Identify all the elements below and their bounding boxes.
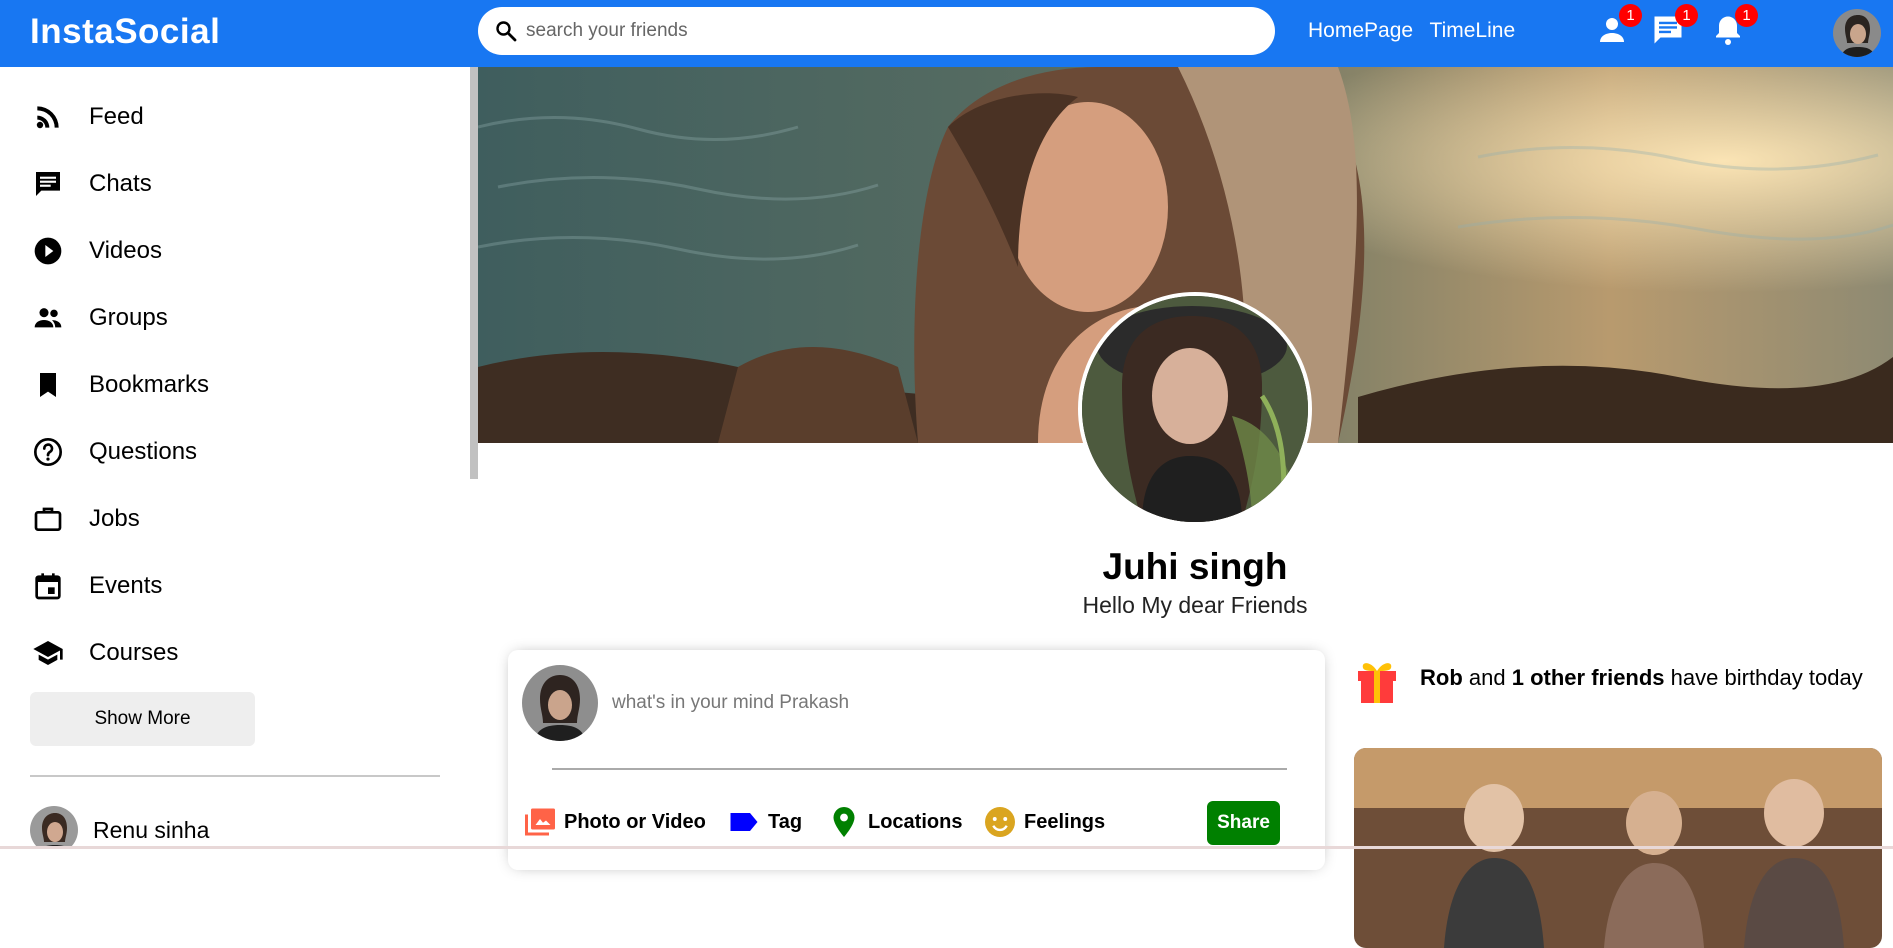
chat-icon	[30, 166, 66, 202]
search-icon	[496, 21, 517, 42]
sidebar-item-events[interactable]: Events	[30, 566, 162, 606]
sidebar-item-groups[interactable]: Groups	[30, 298, 168, 338]
play-circle-icon	[30, 233, 66, 269]
bookmark-icon	[30, 367, 66, 403]
topbar: InstaSocial HomePage TimeLine 1 1	[0, 0, 1893, 67]
avatar-image	[1833, 9, 1881, 57]
avatar	[30, 806, 78, 849]
sidebar-scrollbar[interactable]	[470, 67, 478, 479]
birthday-and: and	[1468, 665, 1506, 690]
messages-badge: 1	[1675, 4, 1698, 27]
sidebar-item-label: Videos	[89, 237, 162, 264]
option-label: Locations	[868, 810, 963, 833]
feelings-option[interactable]: Feelings	[982, 805, 1105, 839]
friend-requests-button[interactable]: 1	[1594, 4, 1642, 48]
photo-video-option[interactable]: Photo or Video	[522, 805, 706, 839]
sidebar-divider	[30, 775, 440, 777]
option-label: Photo or Video	[564, 810, 706, 833]
notifications-button[interactable]: 1	[1710, 4, 1758, 48]
sidebar-item-bookmarks[interactable]: Bookmarks	[30, 365, 209, 405]
homepage-link[interactable]: HomePage	[1308, 19, 1413, 42]
gift-icon	[1358, 663, 1396, 703]
briefcase-icon	[30, 501, 66, 537]
option-label: Tag	[768, 810, 803, 833]
sidebar-item-label: Courses	[89, 639, 179, 666]
timeline-link[interactable]: TimeLine	[1430, 19, 1516, 42]
birthday-name: Rob	[1420, 665, 1463, 690]
user-avatar[interactable]	[1833, 9, 1881, 57]
avatar	[522, 665, 598, 741]
sidebar-item-label: Bookmarks	[89, 371, 210, 398]
birthday-text: Rob and 1 other friends have birthday to…	[1420, 665, 1863, 691]
profile-picture[interactable]	[1078, 292, 1312, 526]
sidebar-item-label: Events	[89, 572, 163, 599]
birthday-notice: Rob and 1 other friends have birthday to…	[1354, 650, 1863, 706]
sidebar-item-label: Jobs	[89, 505, 140, 532]
share-card: Photo or Video Tag Locations Feelings Sh…	[508, 650, 1325, 870]
messages-button[interactable]: 1	[1650, 4, 1698, 48]
label-tag-icon	[730, 813, 758, 831]
sidebar-item-label: Chats	[89, 170, 152, 197]
sidebar-item-questions[interactable]: Questions	[30, 432, 197, 472]
rss-feed-icon	[30, 99, 66, 135]
birthday-others: 1 other friends	[1511, 665, 1665, 690]
friend-requests-badge: 1	[1619, 4, 1642, 27]
share-divider	[552, 768, 1287, 770]
help-circle-icon	[30, 434, 66, 470]
birthday-tail: have birthday today	[1670, 665, 1863, 690]
smiley-icon	[985, 807, 1015, 837]
top-links: HomePage TimeLine	[1308, 19, 1526, 43]
group-icon	[30, 300, 66, 336]
post-input[interactable]	[612, 688, 1262, 718]
calendar-icon	[30, 568, 66, 604]
sidebar-item-label: Questions	[89, 438, 198, 465]
photo-library-icon	[525, 808, 555, 836]
locations-option[interactable]: Locations	[826, 805, 962, 839]
friend-name: Renu sinha	[93, 816, 210, 843]
sidebar-item-label: Feed	[89, 103, 144, 130]
share-button[interactable]: Share	[1207, 801, 1280, 845]
option-label: Feelings	[1024, 810, 1106, 833]
location-pin-icon	[833, 807, 855, 837]
sidebar-item-courses[interactable]: Courses	[30, 633, 178, 673]
friend-list-item[interactable]: Renu sinha	[30, 806, 209, 849]
sidebar-item-videos[interactable]: Videos	[30, 231, 162, 271]
notifications-badge: 1	[1735, 4, 1758, 27]
profile-description: Hello My dear Friends	[1082, 592, 1308, 618]
sidebar-item-label: Groups	[89, 304, 168, 331]
sidebar-item-jobs[interactable]: Jobs	[30, 499, 140, 539]
app-logo[interactable]: InstaSocial	[30, 12, 220, 52]
show-more-button[interactable]: Show More	[30, 692, 255, 746]
tag-option[interactable]: Tag	[726, 805, 802, 839]
profile-name: Juhi singh	[1102, 546, 1288, 587]
sidebar: Feed Chats Videos Groups Bookmarks Quest…	[0, 67, 470, 849]
search-bar[interactable]	[478, 7, 1275, 55]
sidebar-item-chats[interactable]: Chats	[30, 164, 152, 204]
search-input[interactable]	[526, 15, 1246, 47]
graduation-cap-icon	[30, 635, 66, 671]
sidebar-item-feed[interactable]: Feed	[30, 97, 144, 137]
